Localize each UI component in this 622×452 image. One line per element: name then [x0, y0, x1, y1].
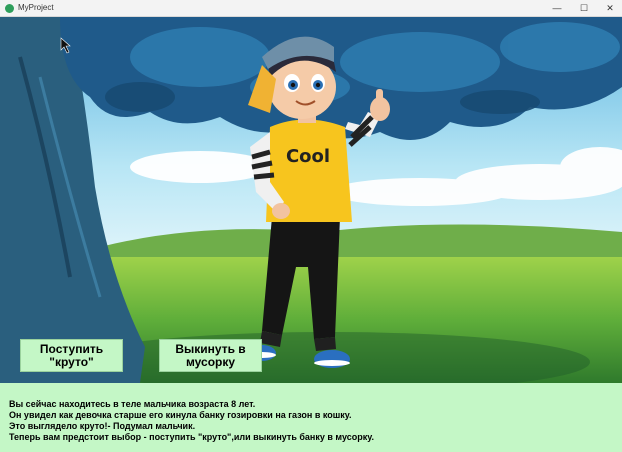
- window-title: MyProject: [18, 3, 54, 12]
- story-panel: Вы сейчас находитесь в теле мальчика воз…: [0, 383, 622, 452]
- option-trash-button[interactable]: Выкинуть в мусорку: [159, 339, 262, 372]
- shirt-text: Cool: [286, 146, 330, 167]
- story-line-3: Это выглядело круто!- Подумал мальчик.: [9, 421, 196, 431]
- option-cool-button[interactable]: Поступить "круто": [20, 339, 123, 372]
- story-line-1: Вы сейчас находитесь в теле мальчика воз…: [9, 399, 256, 409]
- maximize-button[interactable]: ☐: [571, 0, 597, 17]
- scene-image: Cool: [0, 17, 622, 383]
- minimize-button[interactable]: —: [544, 0, 570, 17]
- window-titlebar: MyProject — ☐ ✕: [0, 0, 622, 17]
- app-icon: [5, 4, 14, 13]
- close-button[interactable]: ✕: [597, 0, 622, 17]
- scene-illustration: Cool: [0, 17, 622, 383]
- story-line-2: Он увидел как девочка старше его кинула …: [9, 410, 352, 420]
- story-line-4: Теперь вам предстоит выбор - поступить "…: [9, 432, 374, 442]
